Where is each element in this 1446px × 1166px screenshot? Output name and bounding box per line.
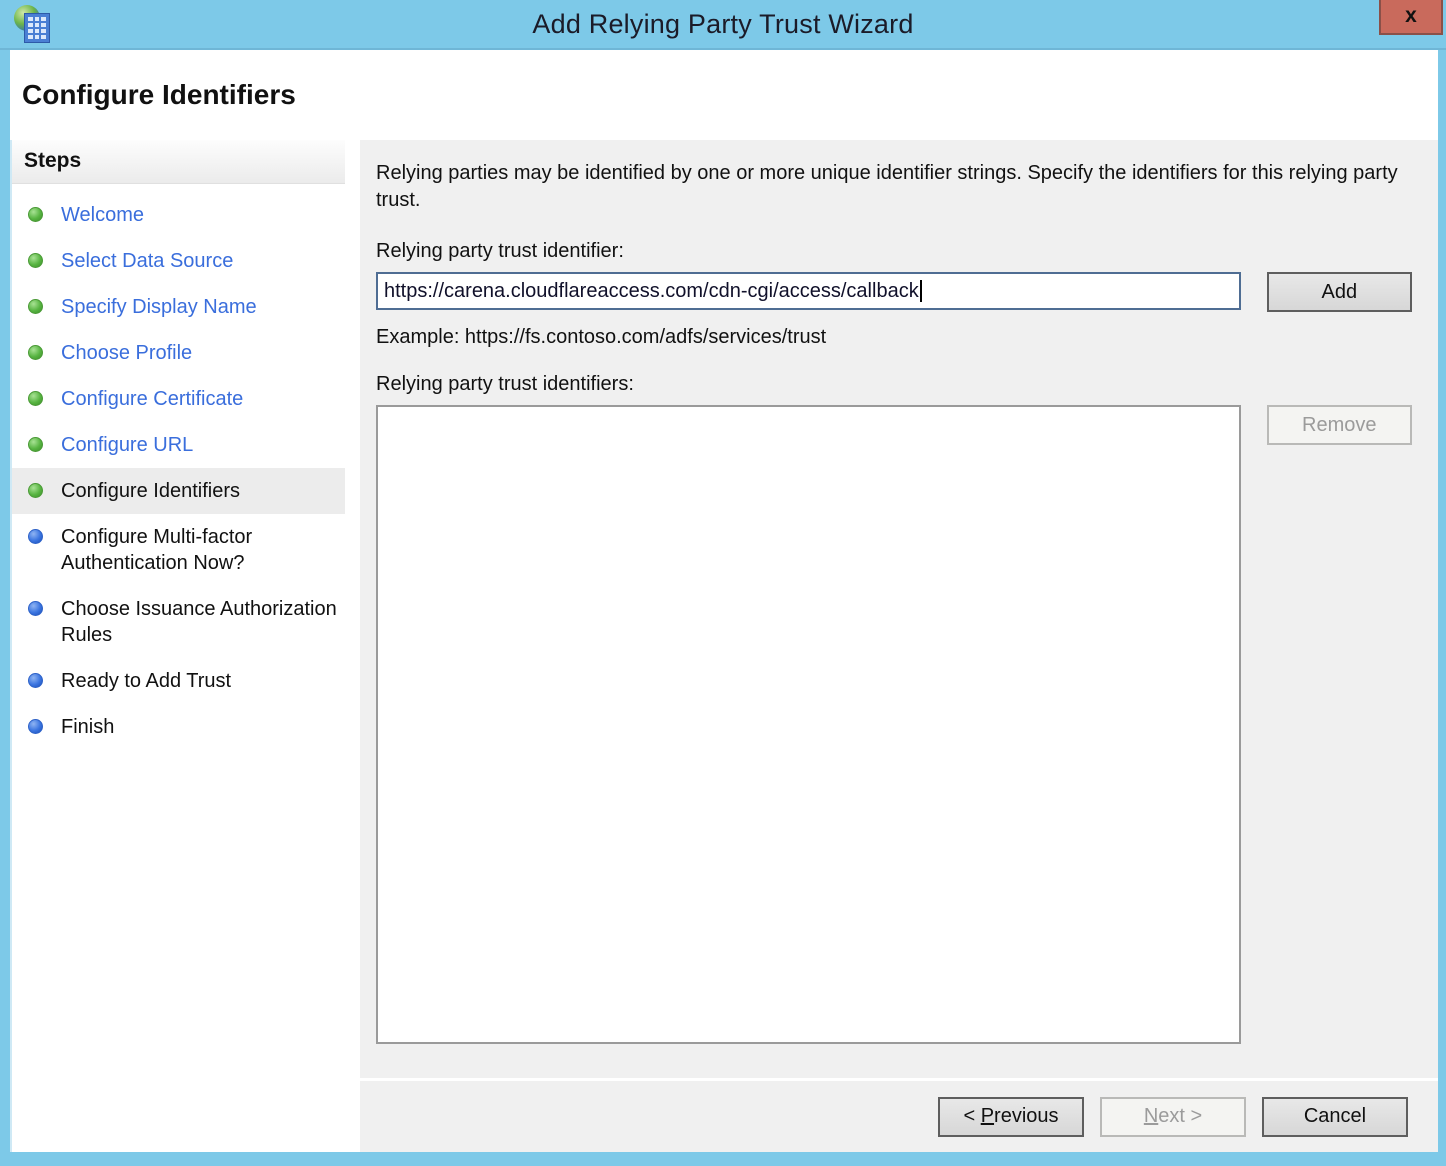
close-button[interactable]: x: [1379, 0, 1443, 35]
identifier-input[interactable]: https://carena.cloudflareaccess.com/cdn-…: [376, 272, 1241, 310]
step-label: Choose Profile: [61, 340, 192, 366]
step-status-icon: [28, 253, 43, 268]
step-status-icon: [28, 601, 43, 616]
step-label: Select Data Source: [61, 248, 233, 274]
step-status-icon: [28, 529, 43, 544]
cancel-button[interactable]: Cancel: [1262, 1097, 1408, 1137]
step-status-icon: [28, 437, 43, 452]
step-status-icon: [28, 345, 43, 360]
step-item[interactable]: Configure URL: [12, 422, 345, 468]
title-bar: Add Relying Party Trust Wizard x: [0, 0, 1446, 50]
add-button[interactable]: Add: [1267, 272, 1412, 312]
adfs-wizard-icon: [14, 5, 54, 45]
step-item[interactable]: Select Data Source: [12, 238, 345, 284]
steps-list: Welcome Select Data Source Specify Display…: [12, 184, 345, 750]
step-label: Configure URL: [61, 432, 193, 458]
step-label: Specify Display Name: [61, 294, 257, 320]
identifier-label: Relying party trust identifier:: [376, 240, 1412, 263]
text-caret: [920, 280, 922, 302]
step-item: Configure Identifiers: [12, 468, 345, 514]
building-icon: [24, 13, 50, 43]
steps-sidebar: Steps Welcome Select Data Source Specify D…: [10, 140, 345, 1152]
step-label: Configure Identifiers: [61, 478, 240, 504]
remove-button[interactable]: Remove: [1267, 405, 1412, 445]
wizard-header: Configure Identifiers: [10, 50, 1438, 140]
page-title: Configure Identifiers: [22, 79, 296, 111]
step-label: Configure Multi-factor Authentication No…: [61, 524, 337, 576]
previous-button[interactable]: < Previous: [938, 1097, 1084, 1137]
identifiers-list-label: Relying party trust identifiers:: [376, 373, 1412, 396]
step-status-icon: [28, 391, 43, 406]
step-label: Ready to Add Trust: [61, 668, 231, 694]
identifiers-listbox[interactable]: [376, 405, 1241, 1044]
step-item: Ready to Add Trust: [12, 658, 345, 704]
identifier-input-value: https://carena.cloudflareaccess.com/cdn-…: [384, 280, 919, 303]
content-panel: Relying parties may be identified by one…: [360, 140, 1438, 1078]
step-item: Choose Issuance Authorization Rules: [12, 586, 345, 658]
step-item[interactable]: Choose Profile: [12, 330, 345, 376]
step-status-icon: [28, 299, 43, 314]
step-item[interactable]: Welcome: [12, 192, 345, 238]
intro-text: Relying parties may be identified by one…: [376, 160, 1406, 214]
step-label: Choose Issuance Authorization Rules: [61, 596, 337, 648]
window-title: Add Relying Party Trust Wizard: [0, 9, 1446, 40]
step-item: Finish: [12, 704, 345, 750]
next-button[interactable]: Next >: [1100, 1097, 1246, 1137]
step-item[interactable]: Configure Certificate: [12, 376, 345, 422]
step-status-icon: [28, 719, 43, 734]
step-label: Welcome: [61, 202, 144, 228]
step-label: Configure Certificate: [61, 386, 243, 412]
wizard-window: Configure Identifiers Steps Welcome Selec…: [10, 50, 1438, 1152]
step-status-icon: [28, 483, 43, 498]
steps-heading: Steps: [12, 140, 345, 184]
wizard-footer: < Previous Next > Cancel: [360, 1078, 1438, 1152]
step-status-icon: [28, 673, 43, 688]
example-text: Example: https://fs.contoso.com/adfs/ser…: [376, 326, 1412, 349]
step-item: Configure Multi-factor Authentication No…: [12, 514, 345, 586]
step-status-icon: [28, 207, 43, 222]
step-item[interactable]: Specify Display Name: [12, 284, 345, 330]
step-label: Finish: [61, 714, 114, 740]
